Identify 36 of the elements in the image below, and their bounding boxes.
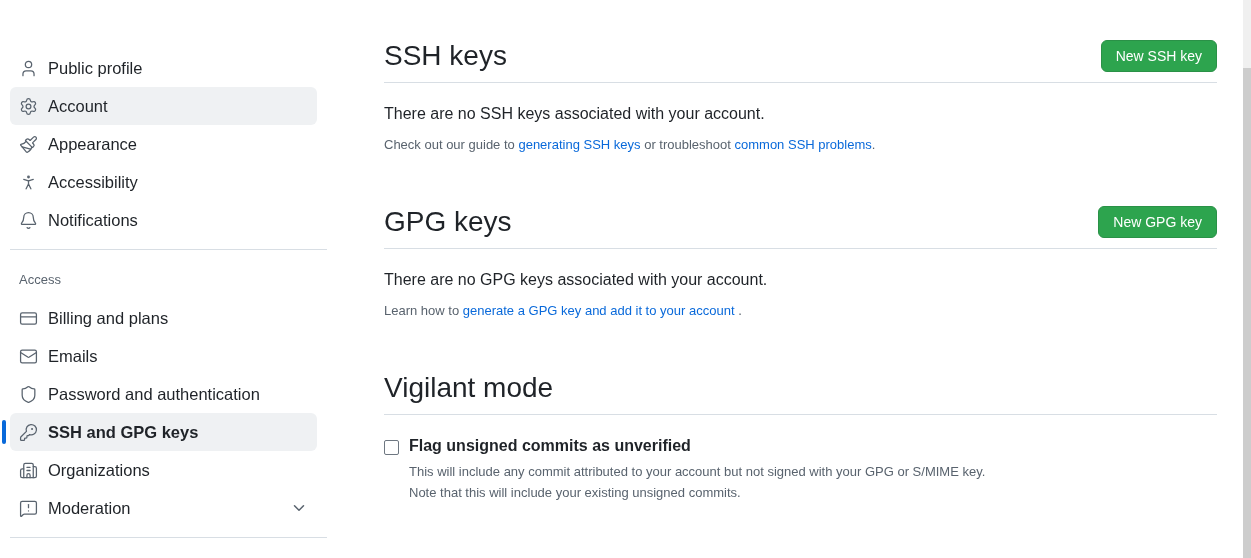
sidebar-item[interactable]: Moderation: [10, 489, 317, 527]
bell-icon: [19, 210, 38, 230]
sidebar-item[interactable]: Password and authentication: [10, 375, 317, 413]
key-icon: [19, 422, 38, 442]
empty-message: There are no SSH keys associated with your account.: [384, 105, 766, 123]
report-icon: [19, 498, 38, 518]
section-title: Vigilant mode: [384, 372, 554, 404]
scrollbar[interactable]: [1243, 0, 1251, 558]
settings-icon: [19, 96, 38, 116]
paintbrush-icon: [19, 134, 38, 154]
section-title: SSH keys: [384, 40, 507, 72]
help-link[interactable]: common SSH problems: [734, 137, 872, 152]
help-link[interactable]: generate a GPG key and add it to your account: [462, 303, 735, 318]
help-link[interactable]: generating SSH keys: [518, 137, 641, 152]
sidebar-item[interactable]: Emails: [10, 337, 317, 375]
sidebar-item[interactable]: Billing and plans: [10, 299, 317, 337]
sidebar-item[interactable]: Organizations: [10, 451, 317, 489]
sidebar-item[interactable]: Account: [10, 87, 317, 125]
checkbox-label: Flag unsigned commits as unverified: [409, 437, 692, 455]
help-text: Learn how to generate a GPG key and add it to your account .: [384, 303, 743, 318]
checkbox[interactable]: [384, 440, 399, 455]
sidebar-item[interactable]: SSH and GPG keys: [10, 413, 317, 451]
help-text: Check out our guide to generating SSH keys or troubleshoot common SSH problems.: [384, 137, 877, 152]
empty-message: There are no GPG keys associated with your account.: [384, 271, 769, 289]
option-note: Note that this will include your existing unsigned commits.: [409, 484, 742, 502]
sidebar-heading: Access: [18, 271, 62, 289]
sidebar-item[interactable]: Public profile: [10, 49, 317, 87]
sidebar-item[interactable]: Notifications: [10, 201, 317, 239]
sidebar-item[interactable]: Appearance: [10, 125, 317, 163]
shield-icon: [19, 384, 38, 404]
building-icon: [19, 460, 38, 480]
section-title: GPG keys: [384, 206, 512, 238]
selection-indicator: [2, 420, 6, 444]
sidebar-item[interactable]: Accessibility: [10, 163, 317, 201]
person-icon: [19, 58, 38, 78]
option-note: This will include any commit attributed to your account but not signed with your GPG or S/MIME key.: [409, 463, 986, 481]
